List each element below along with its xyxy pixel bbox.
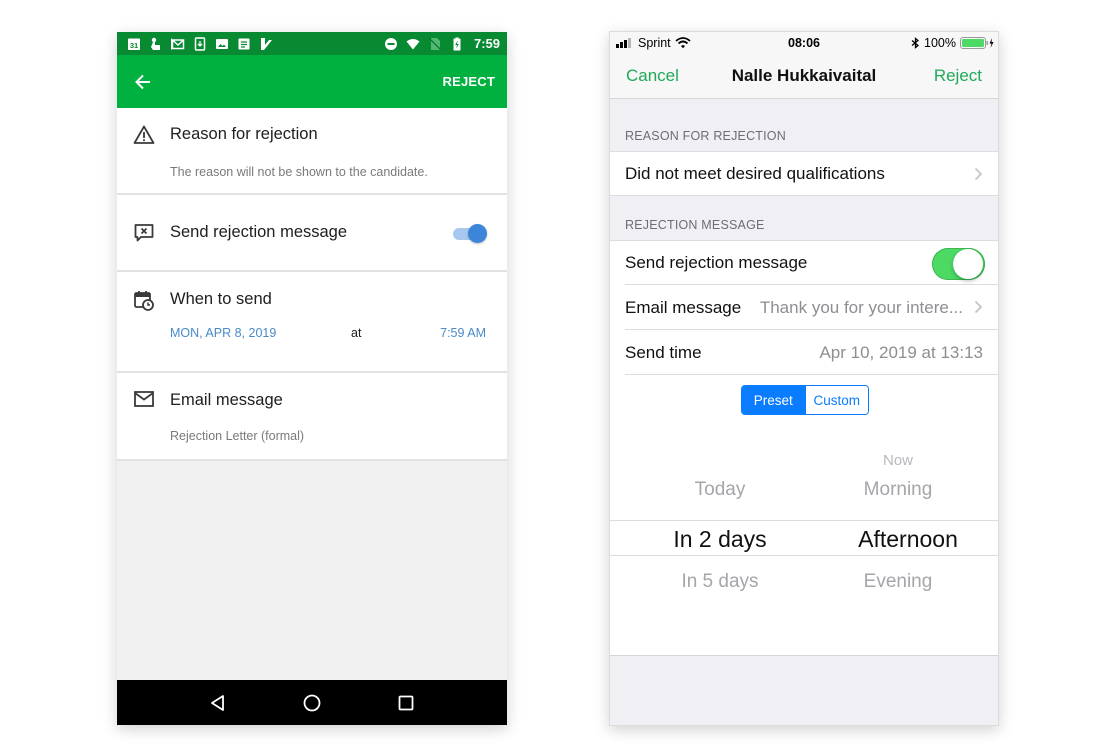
email-message-cell[interactable]: Email message Thank you for your intere.… — [610, 285, 998, 330]
email-message-value: Thank you for your intere... — [759, 297, 963, 317]
reason-for-rejection-cell[interactable]: Did not meet desired qualifications — [610, 151, 998, 196]
picker-selected-day[interactable]: In 2 days — [650, 526, 790, 553]
android-toolbar: REJECT — [117, 55, 507, 108]
recents-square-icon — [398, 695, 414, 710]
calendar-clock-icon — [133, 289, 155, 311]
nav-back-button[interactable] — [209, 694, 227, 712]
email-message-title: Email message — [170, 391, 283, 409]
envelope-icon — [133, 388, 155, 410]
status-time: 7:59 — [473, 36, 500, 51]
toggle-thumb — [468, 224, 487, 243]
battery-percent: 100% — [924, 36, 956, 50]
when-to-send-row: When to send MON, APR 8, 2019 at 7:59 AM — [117, 272, 507, 373]
message-section-header: REJECTION MESSAGE — [625, 218, 765, 232]
no-sim-icon — [428, 37, 442, 51]
picker-option[interactable]: Today — [650, 479, 790, 501]
send-time-picker[interactable]: 7:59 AM — [440, 326, 486, 340]
picker-option[interactable]: In 5 days — [650, 571, 790, 593]
reason-subtitle: The reason will not be shown to the cand… — [170, 165, 428, 179]
email-message-value: Rejection Letter (formal) — [170, 429, 305, 443]
send-message-label: Send rejection message — [625, 253, 808, 272]
reason-for-rejection-row[interactable]: Reason for rejection The reason will not… — [117, 108, 507, 195]
switch-knob — [953, 249, 983, 279]
email-message-row[interactable]: Email message Rejection Letter (formal) — [117, 373, 507, 461]
reason-title: Reason for rejection — [170, 125, 318, 143]
send-time-label: Send time — [625, 342, 702, 362]
image-icon — [215, 37, 229, 51]
hand-pointer-icon — [149, 37, 163, 51]
picker-option[interactable]: Now — [828, 452, 968, 469]
cancel-button[interactable]: Cancel — [626, 66, 679, 86]
battery-charging-icon — [450, 37, 464, 51]
do-not-disturb-icon — [384, 37, 398, 51]
warning-icon — [133, 124, 155, 146]
reject-button[interactable]: REJECT — [443, 74, 496, 89]
reason-section-header: REASON FOR REJECTION — [625, 129, 786, 143]
android-status-bar: 31 7:59 — [117, 32, 507, 55]
send-rejection-message-cell: Send rejection message — [610, 240, 998, 285]
segment-custom[interactable]: Custom — [804, 386, 868, 414]
reason-value: Did not meet desired qualifications — [625, 163, 885, 183]
chevron-right-icon — [974, 167, 983, 181]
send-message-switch[interactable] — [932, 248, 985, 280]
back-triangle-icon — [211, 694, 225, 711]
battery-charging-icon — [960, 37, 994, 49]
at-label: at — [351, 326, 362, 340]
send-message-toggle[interactable] — [453, 223, 487, 243]
nav-recents-button[interactable] — [397, 694, 415, 712]
email-message-label: Email message — [625, 297, 742, 317]
send-rejection-message-row: Send rejection message — [117, 195, 507, 272]
picker-selected-time[interactable]: Afternoon — [838, 526, 978, 553]
check-app-icon — [259, 37, 273, 51]
download-icon — [193, 36, 207, 51]
preset-custom-area: Preset Custom — [610, 375, 998, 415]
send-message-label: Send rejection message — [170, 223, 348, 241]
send-time-cell[interactable]: Send time Apr 10, 2019 at 13:13 — [610, 330, 998, 375]
svg-text:31: 31 — [130, 41, 138, 50]
segment-preset[interactable]: Preset — [742, 386, 805, 414]
chevron-right-icon — [974, 300, 983, 314]
message-x-icon — [133, 222, 155, 244]
send-time-picker-wheel[interactable]: Now Today Morning In 2 days Afternoon In… — [610, 415, 998, 656]
picker-option[interactable]: Morning — [828, 479, 968, 501]
nav-home-button[interactable] — [302, 693, 322, 713]
preset-custom-segmented-control: Preset Custom — [741, 385, 869, 415]
home-circle-icon — [303, 694, 321, 711]
calendar-31-icon: 31 — [127, 37, 141, 51]
ios-navigation-bar: Cancel Nalle Hukkaivaital Reject — [610, 54, 998, 99]
send-time-value: Apr 10, 2019 at 13:13 — [819, 342, 983, 362]
back-button[interactable] — [133, 72, 153, 92]
android-navigation-bar — [117, 680, 507, 725]
notes-icon — [237, 37, 251, 51]
bluetooth-icon — [911, 37, 920, 49]
wifi-icon — [406, 37, 420, 51]
reject-button[interactable]: Reject — [934, 66, 982, 86]
android-phone-screen: 31 7:59 REJECT Reason for rejection The … — [117, 32, 507, 725]
ios-phone-screen: Sprint 08:06 100% Cancel Nalle Hukkaivai… — [609, 31, 999, 726]
gmail-icon — [171, 37, 185, 51]
send-date-picker[interactable]: MON, APR 8, 2019 — [170, 326, 276, 340]
arrow-left-icon — [135, 74, 150, 89]
when-to-send-title: When to send — [170, 290, 272, 308]
picker-option[interactable]: Evening — [828, 571, 968, 593]
ios-status-bar: Sprint 08:06 100% — [610, 32, 998, 54]
